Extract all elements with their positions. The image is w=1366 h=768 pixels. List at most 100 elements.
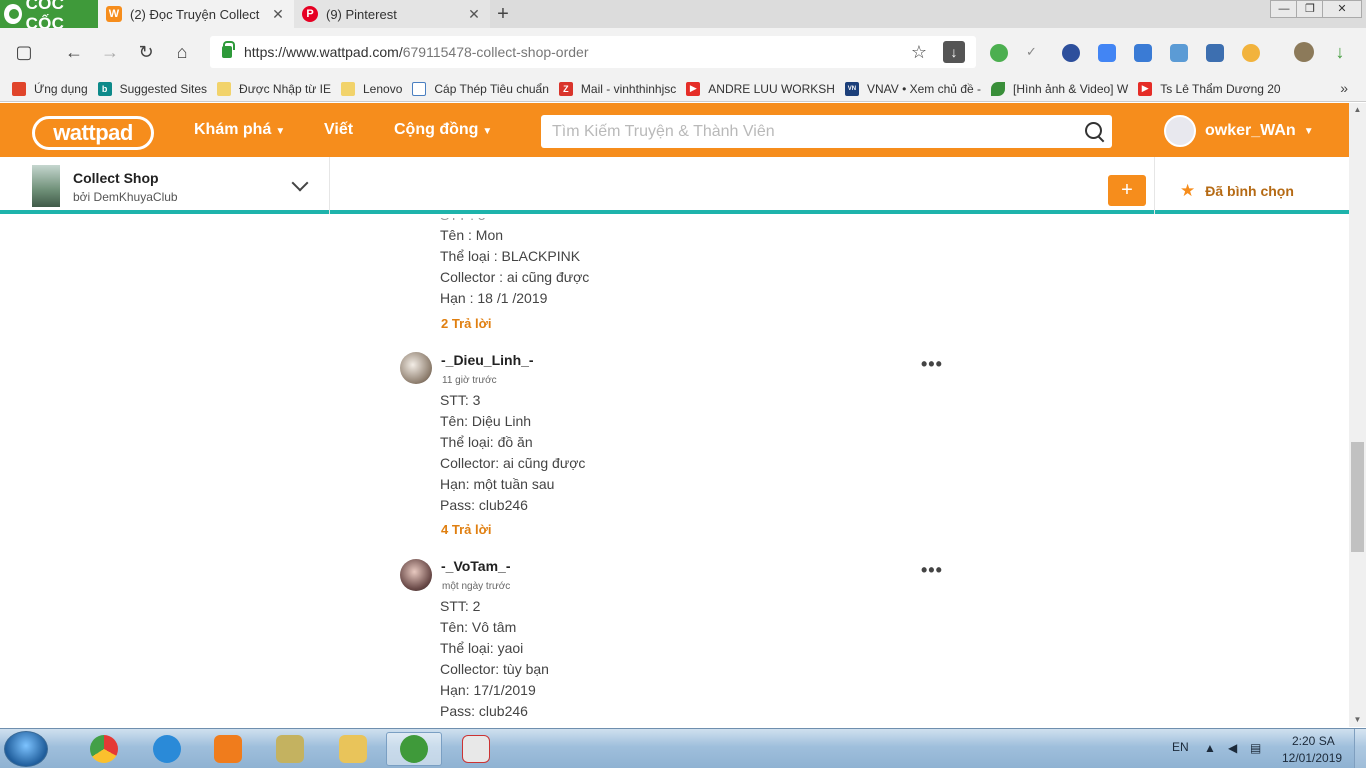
add-to-list-button[interactable]: + [1108, 175, 1146, 206]
bookmark-andre-luu[interactable]: ▶ ANDRE LUU WORKSH [686, 81, 835, 96]
search-input[interactable] [552, 122, 1078, 141]
comment-line: Thể loại : BLACKPINK [440, 248, 581, 264]
back-icon[interactable]: ← [62, 40, 86, 64]
taskbar-app[interactable] [262, 732, 318, 766]
chrome-icon[interactable] [1242, 44, 1260, 62]
start-button[interactable] [4, 731, 48, 767]
comment-username[interactable]: -_Dieu_Linh_- [441, 352, 534, 368]
show-hidden-icons-icon[interactable]: ▲ [1204, 741, 1216, 755]
taskbar-chrome[interactable] [76, 732, 132, 766]
bookmark-folder-lenovo[interactable]: Lenovo [341, 81, 402, 96]
wattpad-logo[interactable]: wattpad [32, 116, 154, 150]
tab-pinterest[interactable]: P (9) Pinterest ✕ [294, 0, 490, 28]
extension-icon[interactable] [990, 44, 1008, 62]
bing-icon: b [97, 81, 112, 96]
more-options-icon[interactable]: ••• [921, 560, 943, 581]
new-tab-button[interactable]: + [492, 2, 514, 26]
bookmark-vnav[interactable]: VN VNAV • Xem chủ đề - [844, 81, 981, 96]
avatar[interactable] [400, 559, 432, 591]
scroll-down-icon[interactable]: ▼ [1349, 713, 1366, 727]
profile-avatar-icon[interactable] [1294, 42, 1314, 62]
minimize-button[interactable]: — [1270, 0, 1298, 18]
bookmark-ts-le[interactable]: ▶ Ts Lê Thẩm Dương 20 [1138, 81, 1281, 96]
more-options-icon[interactable]: ••• [921, 354, 943, 375]
taskbar-coccoc[interactable] [386, 732, 442, 766]
language-indicator[interactable]: EN [1172, 740, 1189, 754]
comment-line: STT: 3 [440, 392, 481, 408]
download-icon[interactable]: ↓ [943, 41, 965, 63]
nav-community-label: Cộng đồng [394, 121, 479, 138]
close-window-button[interactable]: ✕ [1322, 0, 1362, 18]
check-icon[interactable]: ✓ [1026, 44, 1044, 62]
nav-community[interactable]: Cộng đồng ▼ [394, 121, 492, 139]
network-icon[interactable]: ▤ [1250, 741, 1261, 755]
taskbar-unikey[interactable] [448, 732, 504, 766]
translate-icon[interactable] [1098, 44, 1116, 62]
zimbra-icon: Z [558, 81, 573, 96]
comment-line: Thể loại: đồ ăn [440, 434, 533, 450]
coccoc-logo[interactable]: CỐC CỐC [0, 0, 98, 33]
close-tab-icon[interactable]: ✕ [466, 6, 482, 23]
vote-button[interactable]: ★ Đã bình chọn [1180, 181, 1294, 201]
volume-icon[interactable]: ◀ [1228, 741, 1237, 755]
close-tab-icon[interactable]: ✕ [270, 6, 286, 23]
bookmark-suggested-sites[interactable]: b Suggested Sites [97, 81, 207, 96]
bookmark-apps[interactable]: Ứng dụng [12, 81, 88, 96]
bookmark-label: [Hình ảnh & Video] W [1013, 81, 1129, 96]
comment-username[interactable]: -_VoTam_- [441, 558, 511, 574]
story-cover[interactable] [32, 165, 60, 207]
nav-write[interactable]: Viết [324, 121, 353, 139]
sidebar-toggle-icon[interactable]: ▢ [12, 40, 36, 64]
comment-line: Hạn: một tuần sau [440, 476, 555, 492]
vnav-icon: VN [844, 81, 859, 96]
clock-date[interactable]: 12/01/2019 [1282, 751, 1342, 765]
browser-tab-strip: CỐC CỐC W (2) Đọc Truyện Collect ✕ P (9)… [0, 0, 1366, 33]
bookmarks-overflow-icon[interactable]: » [1340, 80, 1348, 96]
avatar[interactable] [400, 352, 432, 384]
clock-time[interactable]: 2:20 SA [1292, 734, 1335, 748]
replies-link[interactable]: 4 Trả lời [441, 522, 491, 537]
bookmark-star-icon[interactable]: ☆ [907, 40, 931, 64]
bookmark-folder-ie[interactable]: Được Nhập từ IE [217, 81, 331, 96]
bookmark-hinh-anh[interactable]: [Hình ảnh & Video] W [991, 81, 1129, 96]
extension-icon[interactable] [1170, 44, 1188, 62]
bookmark-label: Mail - vinhthinhjsc [580, 81, 677, 96]
home-icon[interactable]: ⌂ [170, 40, 194, 64]
user-menu[interactable]: owker_WAn ▼ [1164, 115, 1314, 147]
taskbar-explorer[interactable] [325, 732, 381, 766]
coccoc-download-icon[interactable]: ↓ [1328, 40, 1352, 64]
pinterest-icon: P [302, 6, 318, 22]
chevron-down-icon[interactable] [290, 177, 310, 193]
story-author[interactable]: bởi DemKhuyaClub [73, 190, 178, 204]
show-desktop-button[interactable] [1354, 729, 1366, 768]
replies-link[interactable]: 2 Trả lời [441, 316, 491, 331]
youtube-icon: ▶ [686, 81, 701, 96]
taskbar-ie[interactable] [139, 732, 195, 766]
avatar [1164, 115, 1196, 147]
bookmark-cap-thep[interactable]: Cáp Thép Tiêu chuẩn [412, 81, 549, 96]
comment-line: Collector: tùy bạn [440, 661, 549, 677]
folder-icon [339, 735, 367, 763]
taskbar-media-player[interactable] [200, 732, 256, 766]
nav-discover[interactable]: Khám phá ▼ [194, 121, 285, 139]
page-icon [412, 81, 427, 96]
story-title[interactable]: Collect Shop [73, 170, 159, 186]
reload-icon[interactable]: ↻ [134, 40, 158, 64]
extension-icon[interactable] [1134, 44, 1152, 62]
tab-title: (2) Đọc Truyện Collect [130, 6, 260, 22]
address-bar[interactable]: https://www.wattpad.com/679115478-collec… [210, 36, 976, 68]
search-icon[interactable] [1078, 115, 1112, 148]
maximize-button[interactable]: ❐ [1296, 0, 1324, 18]
extension-icon[interactable] [1062, 44, 1080, 62]
comment-time: một ngày trước [442, 581, 511, 592]
comment-line: Tên : Mon [440, 227, 504, 243]
code-icon[interactable] [1206, 44, 1224, 62]
forward-icon[interactable]: → [98, 40, 122, 64]
internet-explorer-icon [153, 735, 181, 763]
bookmark-mail[interactable]: Z Mail - vinhthinhjsc [558, 81, 677, 96]
scroll-up-icon[interactable]: ▲ [1349, 103, 1366, 117]
page-scrollbar[interactable] [1349, 103, 1366, 727]
scrollbar-thumb[interactable] [1351, 442, 1364, 552]
tab-wattpad[interactable]: W (2) Đọc Truyện Collect ✕ [98, 0, 294, 28]
comments-section: STT : 5 Tên : Mon Thể loại : BLACKPINK C… [0, 218, 1349, 727]
